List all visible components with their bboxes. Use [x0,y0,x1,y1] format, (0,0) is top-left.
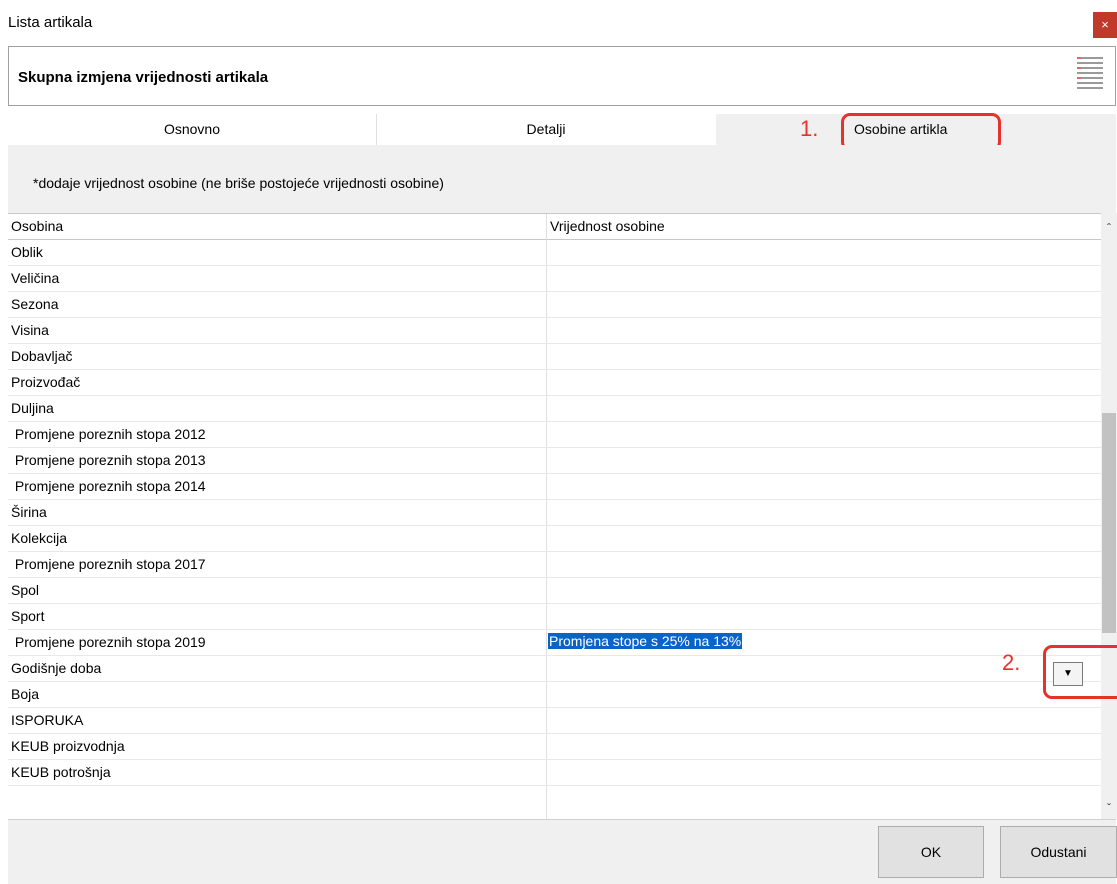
table-row[interactable]: KEUB potrošnja [8,760,1108,786]
close-button[interactable]: × [1093,12,1117,38]
row-name: Visina [11,322,49,338]
window-title: Lista artikala [8,14,93,31]
row-name: Boja [11,686,40,702]
dialog-title: Skupna izmjena vrijednosti artikala [18,69,269,86]
row-name: Godišnje doba [11,660,102,676]
table-row[interactable]: Boja [8,682,1108,708]
row-name: Promjene poreznih stopa 2012 [11,426,206,442]
annotation-step-1: 1. [800,116,819,141]
scroll-thumb[interactable] [1102,413,1116,633]
row-name: Proizvođač [11,374,81,390]
row-name: Sport [11,608,45,624]
tab-detalji[interactable]: Detalji [376,114,716,145]
row-name: Promjene poreznih stopa 2014 [11,478,206,494]
window-titlebar: Lista artikala × [0,0,1117,46]
scroll-down-arrow-icon[interactable]: ˇ [1101,801,1117,815]
table-row[interactable]: Godišnje doba [8,656,1108,682]
row-name: Promjene poreznih stopa 2017 [11,556,206,572]
annotation-step-2: 2. [1002,650,1021,675]
row-name: KEUB potrošnja [11,764,111,780]
row-name: Dobavljač [11,348,73,364]
row-name: Sezona [11,296,59,312]
scroll-up-arrow-icon[interactable]: ˆ [1101,221,1117,235]
table-row[interactable]: Visina [8,318,1108,344]
table-row[interactable]: ISPORUKA [8,708,1108,734]
properties-grid: Osobina Vrijednost osobine Oblik Veličin… [8,213,1108,820]
row-name: KEUB proizvodnja [11,738,125,754]
grid-header: Osobina Vrijednost osobine [8,214,1108,240]
info-note: *dodaje vrijednost osobine (ne briše pos… [33,175,444,191]
row-name: Duljina [11,400,54,416]
table-row[interactable]: Širina [8,500,1108,526]
row-name: Promjene poreznih stopa 2019 [11,634,206,650]
table-row[interactable]: Sezona [8,292,1108,318]
table-row[interactable]: Dobavljač [8,344,1108,370]
column-header-osobina[interactable]: Osobina [11,218,63,234]
row-name: Kolekcija [11,530,68,546]
table-row[interactable]: Kolekcija [8,526,1108,552]
column-header-vrijednost[interactable]: Vrijednost osobine [550,218,665,234]
table-row[interactable]: Veličina [8,266,1108,292]
table-row[interactable]: KEUB proizvodnja [8,734,1108,760]
row-name: Oblik [11,244,43,260]
row-name: Širina [11,504,47,520]
row-name: Veličina [11,270,60,286]
table-row[interactable]: Promjene poreznih stopa 2013 [8,448,1108,474]
table-row[interactable]: Spol [8,578,1108,604]
table-row[interactable]: Promjene poreznih stopa 2017 [8,552,1108,578]
row-name: Promjene poreznih stopa 2013 [11,452,206,468]
row-value-selected[interactable]: Promjena stope s 25% na 13% [548,633,743,649]
ok-button[interactable]: OK [878,826,984,878]
tab-osnovno[interactable]: Osnovno [8,114,377,145]
row-name: ISPORUKA [11,712,84,728]
table-row[interactable]: Oblik [8,240,1108,266]
table-row[interactable]: Promjene poreznih stopa 2012 [8,422,1108,448]
annotation-box-2 [1043,645,1117,699]
table-row[interactable]: Proizvođač [8,370,1108,396]
table-row[interactable]: Sport [8,604,1108,630]
table-row-selected[interactable]: Promjene poreznih stopa 2019 Promjena sto… [8,630,1108,656]
grid-list-icon [1077,57,1103,89]
vertical-scrollbar[interactable]: ˆ ˇ [1101,213,1117,819]
table-row[interactable]: Duljina [8,396,1108,422]
row-name: Spol [11,582,40,598]
table-row[interactable]: Promjene poreznih stopa 2014 [8,474,1108,500]
cancel-button[interactable]: Odustani [1000,826,1117,878]
dialog-header: Skupna izmjena vrijednosti artikala [8,46,1116,106]
